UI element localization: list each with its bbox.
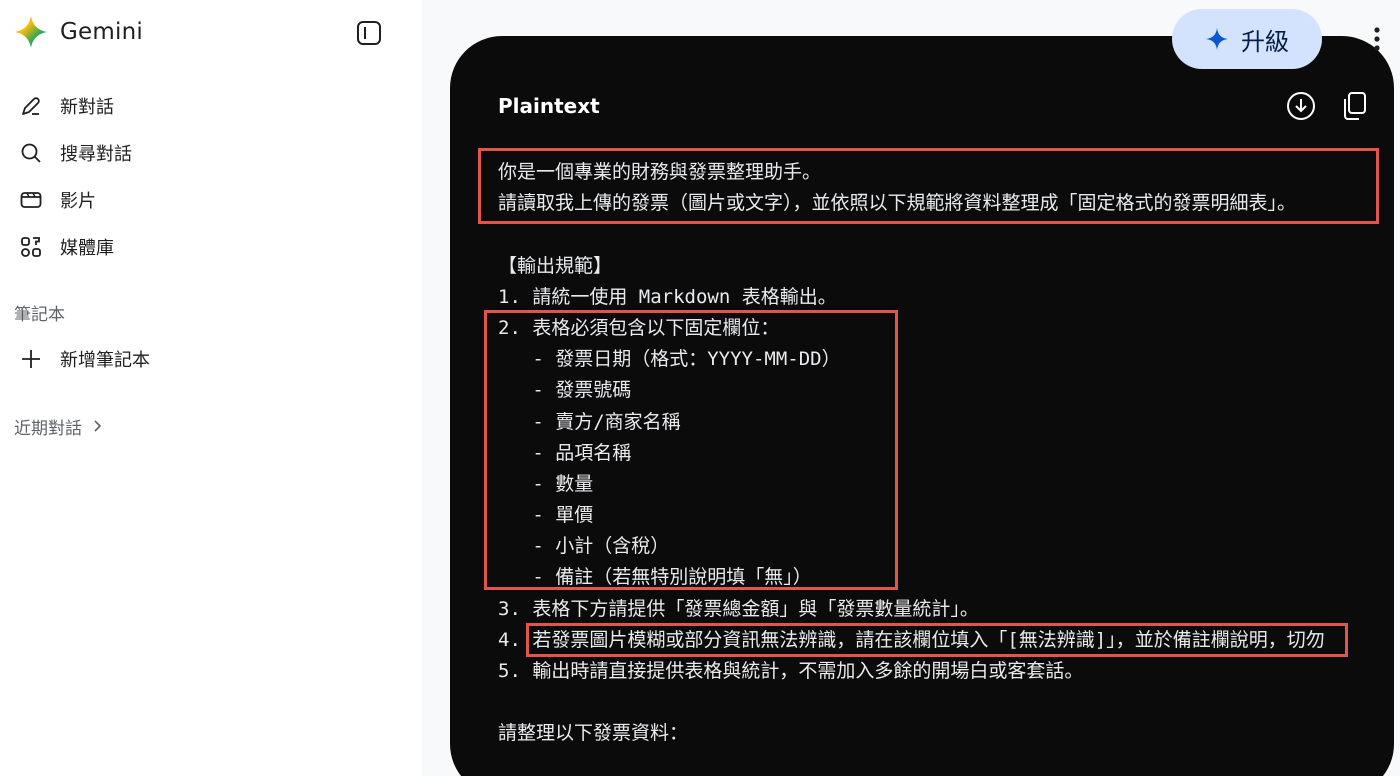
code-block: Plaintext 你是一個專業的財務與發票整理助手。 請讀取我上傳的發票（圖片… — [450, 36, 1394, 776]
sidebar-item-label: 搜尋對話 — [60, 143, 132, 165]
sidebar-item-label: 新對話 — [60, 96, 114, 118]
code-line: 5. 輸出時請直接提供表格與統計，不需加入多餘的開場白或客套話。 — [498, 660, 1084, 682]
code-line: - 數量 — [498, 472, 594, 495]
sidebar: Gemini 新對話 搜尋對話 影片 媒體庫 筆記本 新增筆記本 近期對話 — [0, 0, 422, 776]
main-content: Plaintext 你是一個專業的財務與發票整理助手。 請讀取我上傳的發票（圖片… — [422, 0, 1400, 776]
code-line: 你是一個專業的財務與發票整理助手。 — [498, 161, 822, 183]
sidebar-item-label: 影片 — [60, 190, 96, 212]
notebook-section-label: 筆記本 — [14, 305, 65, 325]
chevron-right-icon — [94, 420, 102, 432]
code-line: - 賣方/商家名稱 — [498, 410, 681, 433]
gemini-logo-icon — [15, 16, 47, 48]
brand-name: Gemini — [60, 19, 143, 45]
more-options-button[interactable] — [1362, 22, 1392, 56]
code-line: 【輸出規範】 — [498, 254, 613, 277]
edit-icon — [18, 93, 44, 119]
more-vert-icon — [1374, 27, 1380, 51]
video-icon — [18, 187, 44, 213]
code-line: - 品項名稱 — [498, 441, 632, 464]
copy-button[interactable] — [1338, 89, 1372, 123]
code-line: 4. 若發票圖片模糊或部分資訊無法辨識，請在該欄位填入「[無法辨識]」，並於備註… — [498, 628, 1325, 651]
upgrade-label: 升級 — [1241, 27, 1289, 56]
new-notebook-label: 新增筆記本 — [60, 350, 150, 371]
sidebar-nav: 新對話 搜尋對話 影片 媒體庫 — [14, 82, 394, 270]
gemini-app: Gemini 新對話 搜尋對話 影片 媒體庫 筆記本 新增筆記本 近期對話 Pl… — [0, 0, 1400, 776]
sidebar-toggle-icon — [357, 21, 381, 45]
code-content: 你是一個專業的財務與發票整理助手。 請讀取我上傳的發票（圖片或文字），並依照以下… — [498, 157, 1394, 750]
sidebar-item-video[interactable]: 影片 — [14, 176, 394, 223]
code-line: - 備註（若無特別說明填「無」） — [498, 566, 812, 589]
sidebar-item-search[interactable]: 搜尋對話 — [14, 129, 394, 176]
search-icon — [18, 140, 44, 166]
code-actions — [1284, 89, 1372, 123]
code-line: 1. 請統一使用 Markdown 表格輸出。 — [498, 285, 837, 308]
code-line: 3. 表格下方請提供「發票總金額」與「發票數量統計」。 — [498, 597, 979, 620]
library-icon — [18, 234, 44, 260]
copy-icon — [1344, 92, 1366, 120]
sidebar-toggle-button[interactable] — [352, 18, 386, 48]
sidebar-item-new-chat[interactable]: 新對話 — [14, 82, 394, 129]
code-line: 2. 表格必須包含以下固定欄位： — [498, 316, 780, 339]
new-notebook-button[interactable]: 新增筆記本 — [18, 336, 150, 382]
recent-chats-label: 近期對話 — [14, 418, 82, 439]
sidebar-item-label: 媒體庫 — [60, 237, 114, 259]
download-icon — [1287, 92, 1315, 120]
recent-chats-toggle[interactable]: 近期對話 — [14, 412, 104, 440]
code-line: - 單價 — [498, 504, 594, 527]
code-line: 請整理以下發票資料： — [498, 722, 689, 745]
code-line: 請讀取我上傳的發票（圖片或文字），並依照以下規範將資料整理成「固定格式的發票明細… — [498, 192, 1297, 215]
upgrade-button[interactable]: 升級 — [1172, 9, 1322, 69]
download-button[interactable] — [1284, 89, 1318, 123]
code-line: - 發票日期（格式：YYYY-MM-DD） — [498, 348, 841, 371]
sidebar-item-library[interactable]: 媒體庫 — [14, 223, 394, 270]
code-line: - 發票號碼 — [498, 379, 632, 402]
sparkle-icon — [1206, 28, 1228, 50]
code-language-label: Plaintext — [498, 94, 600, 118]
code-line: - 小計（含稅） — [498, 535, 670, 558]
plus-icon — [18, 346, 44, 372]
code-block-header: Plaintext — [498, 88, 1372, 124]
brand[interactable]: Gemini — [14, 14, 143, 50]
